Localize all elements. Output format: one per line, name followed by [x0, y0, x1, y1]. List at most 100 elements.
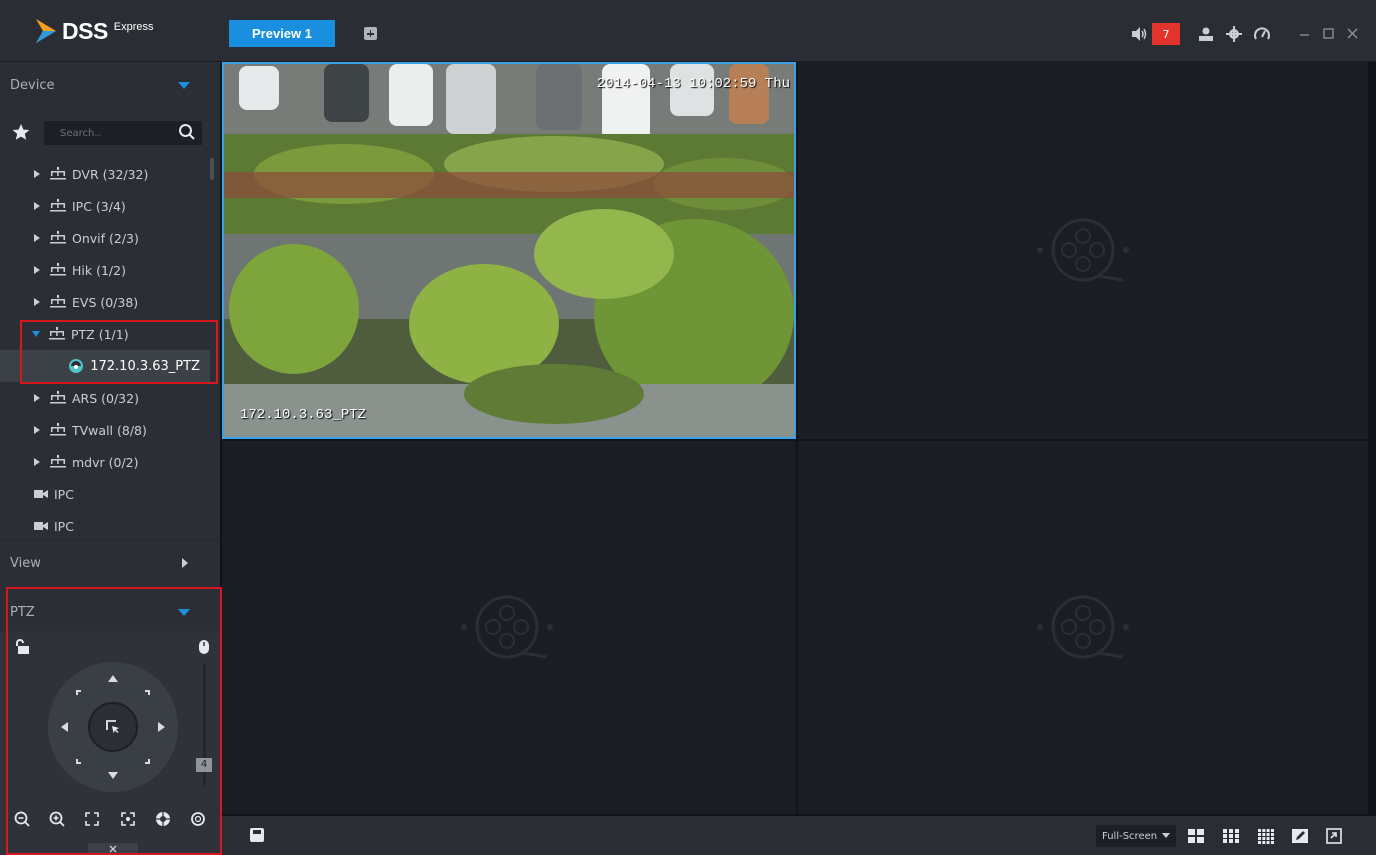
fullscreen-select[interactable]: Full-Screen [1096, 825, 1176, 847]
user-icon[interactable] [1197, 25, 1215, 43]
fullscreen-icon[interactable] [1326, 828, 1342, 844]
device-panel-header[interactable]: Device [0, 62, 220, 108]
tree-item-tvwall[interactable]: TVwall (8/8) [0, 414, 210, 446]
tree-item-ipc[interactable]: IPC (3/4) [0, 190, 210, 222]
zoom-out-icon[interactable] [14, 811, 30, 827]
view-panel-header[interactable]: View [0, 540, 220, 586]
pan-up-left-icon[interactable] [76, 690, 81, 695]
add-tab-icon[interactable] [364, 27, 377, 40]
zoom-in-icon[interactable] [49, 811, 65, 827]
search-icon[interactable] [178, 123, 196, 141]
expand-arrow-icon[interactable] [34, 202, 40, 210]
favorite-star-icon[interactable] [12, 123, 30, 141]
device-tree: DVR (32/32) IPC (3/4) Onvif (2/3) Hik (1… [0, 158, 210, 595]
device-group-icon [49, 327, 65, 340]
view-panel-title: View [10, 556, 41, 571]
focus-near-icon[interactable] [84, 811, 100, 827]
tree-item-mdvr[interactable]: mdvr (0/2) [0, 446, 210, 478]
empty-window-reel-icon [1037, 595, 1129, 659]
custom-layout-icon[interactable] [1292, 828, 1308, 844]
alarm-count-badge[interactable]: 7 [1152, 23, 1180, 45]
layout-4-icon[interactable] [1188, 828, 1204, 844]
pan-up-icon[interactable] [108, 675, 118, 682]
expand-arrow-icon[interactable] [34, 266, 40, 274]
video-grid: 2014-04-13 10:02:59 Thu 172.10.3.63_PTZ [222, 62, 1368, 814]
collapse-arrow-icon[interactable] [32, 331, 40, 337]
region-focus-icon [106, 720, 119, 733]
minimize-icon[interactable] [1296, 25, 1314, 43]
tree-item-ptz-device[interactable]: 172.10.3.63_PTZ [0, 350, 210, 382]
device-group-icon [50, 423, 66, 436]
chevron-down-icon [1162, 833, 1170, 838]
ptz-collapse-button[interactable] [88, 843, 138, 855]
maximize-icon[interactable] [1320, 25, 1338, 43]
close-icon[interactable] [1344, 25, 1362, 43]
pan-down-icon[interactable] [108, 772, 118, 779]
pan-left-icon[interactable] [61, 722, 68, 732]
expand-arrow-icon[interactable] [34, 394, 40, 402]
pan-right-icon[interactable] [158, 722, 165, 732]
mouse-icon[interactable] [198, 639, 210, 655]
tree-item-ars[interactable]: ARS (0/32) [0, 382, 210, 414]
ptz-panel: PTZ 4 [0, 585, 220, 855]
focus-far-icon[interactable] [120, 811, 136, 827]
device-search-row [0, 117, 220, 149]
fullscreen-select-label: Full-Screen [1102, 830, 1158, 842]
video-window-4[interactable] [798, 441, 1368, 814]
pan-down-left-icon[interactable] [76, 759, 81, 764]
tree-item-evs[interactable]: EVS (0/38) [0, 286, 210, 318]
pan-up-right-icon[interactable] [145, 690, 150, 695]
title-bar: DSS Express Preview 1 7 [0, 0, 1376, 62]
tab-preview-1[interactable]: Preview 1 [229, 20, 335, 47]
video-window-1[interactable]: 2014-04-13 10:02:59 Thu 172.10.3.63_PTZ [222, 62, 796, 439]
expand-arrow-icon[interactable] [34, 298, 40, 306]
speaker-icon[interactable] [1130, 25, 1148, 43]
tree-item-label: EVS (0/38) [72, 294, 139, 310]
ptz-speed-handle[interactable]: 4 [196, 758, 212, 773]
tree-item-label: IPC [54, 518, 74, 534]
tree-item-onvif[interactable]: Onvif (2/3) [0, 222, 210, 254]
ptz-camera-icon [69, 359, 84, 373]
camera-icon [34, 490, 48, 498]
performance-gauge-icon[interactable] [1253, 25, 1271, 43]
layout-16-icon[interactable] [1258, 828, 1274, 844]
device-group-icon [50, 391, 66, 404]
chevron-down-icon [178, 82, 190, 89]
expand-arrow-icon[interactable] [34, 458, 40, 466]
tree-item-ipc-camera[interactable]: IPC [0, 478, 210, 510]
tree-item-dvr[interactable]: DVR (32/32) [0, 158, 210, 190]
save-icon[interactable] [250, 828, 264, 842]
video-window-2[interactable] [798, 62, 1368, 439]
tree-item-label: IPC (3/4) [72, 198, 126, 214]
ptz-toolbar [0, 807, 220, 831]
tree-item-label: DVR (32/32) [72, 166, 149, 182]
pan-down-right-icon[interactable] [145, 759, 150, 764]
tree-item-label: Onvif (2/3) [72, 230, 139, 246]
iris-open-icon[interactable] [155, 811, 171, 827]
device-group-icon [50, 263, 66, 276]
expand-arrow-icon[interactable] [34, 234, 40, 242]
tree-item-ptz[interactable]: PTZ (1/1) [0, 318, 210, 350]
expand-arrow-icon[interactable] [34, 170, 40, 178]
gear-icon[interactable] [1225, 25, 1243, 43]
ptz-center-button[interactable] [88, 702, 138, 752]
tree-item-label: PTZ (1/1) [71, 326, 129, 342]
tree-item-hik[interactable]: Hik (1/2) [0, 254, 210, 286]
tree-item-ipc-camera[interactable]: IPC [0, 510, 210, 542]
tree-item-label: Hik (1/2) [72, 262, 126, 278]
video-window-3[interactable] [222, 441, 796, 814]
ptz-direction-dial[interactable] [48, 662, 178, 792]
tree-item-label: 172.10.3.63_PTZ [90, 358, 200, 374]
ptz-panel-header[interactable]: PTZ [0, 589, 220, 635]
dss-logo-icon [36, 19, 56, 43]
iris-close-icon[interactable] [190, 811, 206, 827]
tree-item-label: TVwall (8/8) [72, 422, 147, 438]
expand-arrow-icon[interactable] [34, 426, 40, 434]
device-group-icon [50, 455, 66, 468]
layout-9-icon[interactable] [1223, 828, 1239, 844]
device-group-icon [50, 231, 66, 244]
tree-scrollbar[interactable] [210, 158, 214, 180]
unlock-icon[interactable] [14, 639, 30, 655]
device-panel-title: Device [10, 77, 55, 93]
osd-timestamp: 2014-04-13 10:02:59 Thu [596, 76, 790, 92]
